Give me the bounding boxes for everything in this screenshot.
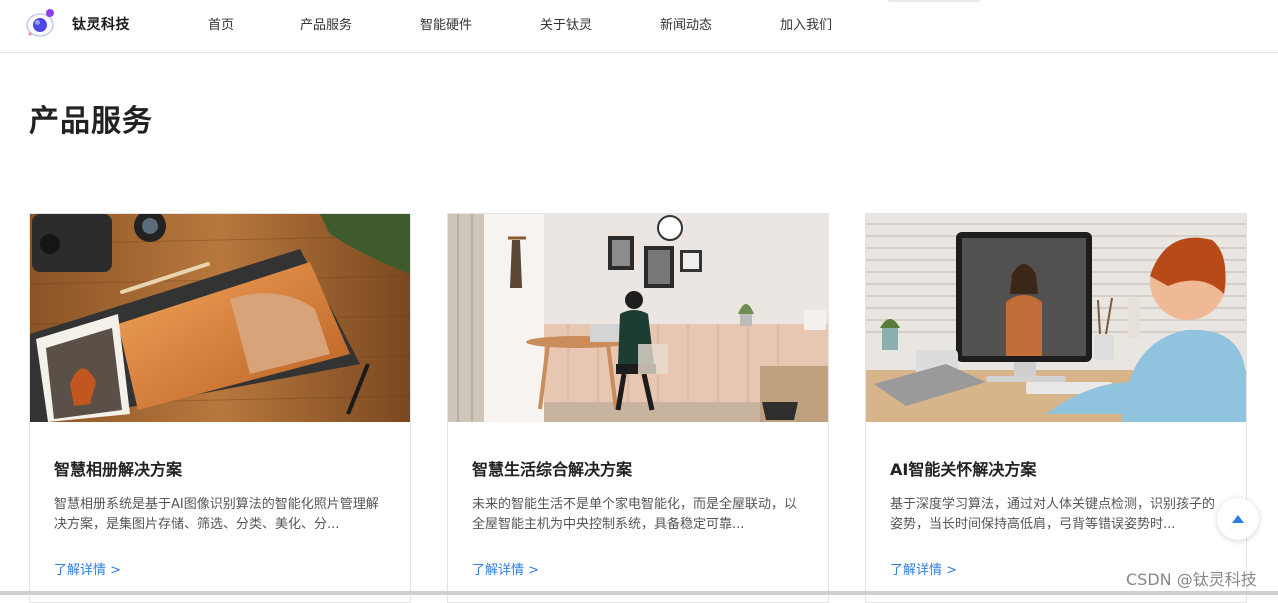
csdn-watermark: CSDN @钛灵科技 <box>1126 570 1257 589</box>
nav-item-home[interactable]: 首页 <box>208 14 234 33</box>
card-description: 智慧相册系统是基于AI图像识别算法的智能化照片管理解决方案，是集图片存储、筛选、… <box>54 497 379 532</box>
nav-item-products[interactable]: 产品服务 <box>300 14 352 33</box>
card-description: 未来的智能生活不是单个家电智能化，而是全屋联动，以全屋智能主机为中央控制系统，具… <box>472 497 798 532</box>
product-card-album[interactable]: 智慧相册解决方案 智慧相册系统是基于AI图像识别算法的智能化照片管理解决方案，是… <box>29 213 411 603</box>
card-title: 智慧生活综合解决方案 <box>472 460 633 479</box>
learn-more-link[interactable]: 了解详情 > <box>472 559 539 578</box>
section-title: 产品服务 <box>29 104 153 139</box>
album-photo <box>30 214 410 422</box>
learn-more-link[interactable]: 了解详情 > <box>890 559 957 578</box>
nav-item-join[interactable]: 加入我们 <box>780 14 832 33</box>
dropdown-edge <box>888 0 980 2</box>
product-card-smart-living[interactable]: 智慧生活综合解决方案 未来的智能生活不是单个家电智能化，而是全屋联动，以全屋智能… <box>447 213 829 603</box>
orbit-logo-icon[interactable] <box>24 8 56 40</box>
bottom-scroll-edge <box>0 591 1278 595</box>
arrow-up-icon <box>1232 515 1244 523</box>
back-to-top-button[interactable] <box>1217 498 1259 540</box>
card-title: AI智能关怀解决方案 <box>890 460 1037 479</box>
brand-name[interactable]: 钛灵科技 <box>72 14 130 34</box>
top-nav-bar: 钛灵科技 首页 产品服务 智能硬件 关于钛灵 新闻动态 加入我们 <box>0 0 1278 53</box>
card-description: 基于深度学习算法，通过对人体关键点检测，识别孩子的姿势，当长时间保持高低肩，弓背… <box>890 497 1216 532</box>
smart-living-photo <box>448 214 828 422</box>
ai-care-photo <box>866 214 1246 422</box>
nav-item-hardware[interactable]: 智能硬件 <box>420 14 472 33</box>
nav-item-about[interactable]: 关于钛灵 <box>540 14 592 33</box>
card-title: 智慧相册解决方案 <box>54 460 183 479</box>
learn-more-link[interactable]: 了解详情 > <box>54 559 121 578</box>
nav-item-news[interactable]: 新闻动态 <box>660 14 712 33</box>
product-card-ai-care[interactable]: AI智能关怀解决方案 基于深度学习算法，通过对人体关键点检测，识别孩子的姿势，当… <box>865 213 1247 603</box>
